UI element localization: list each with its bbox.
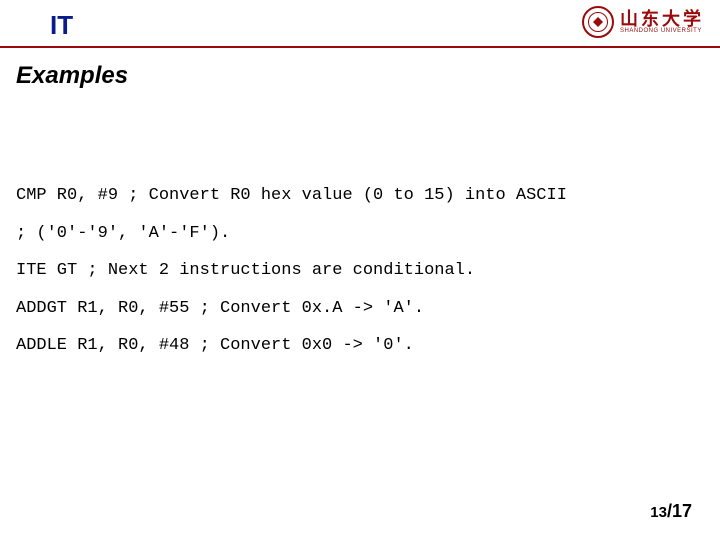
page-number: 13/17 <box>650 501 692 522</box>
university-logo: 山东大学 SHANDONG UNIVERSITY <box>582 6 704 38</box>
page-current: 13 <box>650 504 667 521</box>
page-title: IT <box>50 10 73 41</box>
header-bar: IT 山东大学 SHANDONG UNIVERSITY <box>0 0 720 48</box>
code-line: CMP R0, #9 ; Convert R0 hex value (0 to … <box>16 186 567 205</box>
section-heading: Examples <box>16 62 128 90</box>
page-total: 17 <box>672 501 692 521</box>
code-block: CMP R0, #9 ; Convert R0 hex value (0 to … <box>16 140 704 364</box>
code-line: ; ('0'-'9', 'A'-'F'). <box>16 224 230 243</box>
code-line: ADDLE R1, R0, #48 ; Convert 0x0 -> '0'. <box>16 336 414 355</box>
university-seal-icon <box>582 6 614 38</box>
university-name-en: SHANDONG UNIVERSITY <box>620 28 704 34</box>
code-line: ADDGT R1, R0, #55 ; Convert 0x.A -> 'A'. <box>16 299 424 318</box>
university-name-cn: 山东大学 <box>620 10 704 28</box>
code-line: ITE GT ; Next 2 instructions are conditi… <box>16 261 475 280</box>
university-text: 山东大学 SHANDONG UNIVERSITY <box>620 10 704 34</box>
